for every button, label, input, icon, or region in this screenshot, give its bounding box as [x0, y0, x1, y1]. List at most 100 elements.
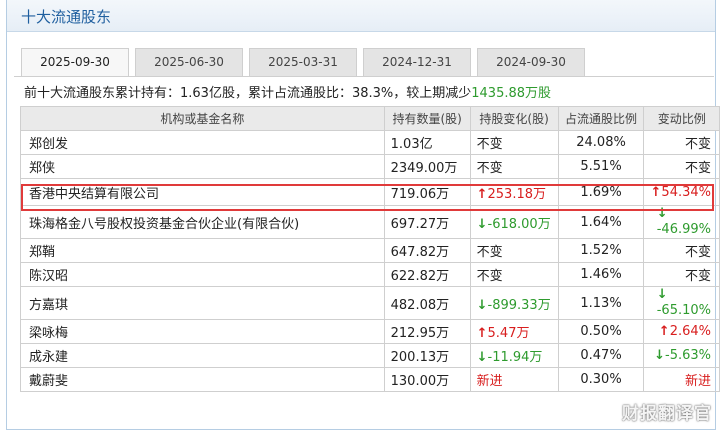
holding-change: 不变	[469, 262, 559, 287]
change-ratio: 新进	[643, 367, 720, 392]
shareholders-table: 机构或基金名称 持有数量(股) 持股变化(股) 占流通股比例 变动比例 郑创发 1…	[20, 106, 720, 392]
down-arrow-icon: ↓	[476, 297, 488, 313]
tab-2024-09-30[interactable]: 2024-09-30	[477, 48, 585, 76]
table-row: 成永建 200.13万 ↓-11.94万 0.47% ↓-5.63%	[20, 343, 720, 368]
tab-2025-06-30[interactable]: 2025-06-30	[135, 48, 243, 76]
holder-name: 戴蔚斐	[20, 367, 385, 392]
summary-text: 前十大流通股东累计持有：1.63亿股，累计占流通股比：38.3%，较上期减少14…	[24, 82, 551, 101]
holding-change: ↑5.47万	[469, 319, 559, 344]
holder-name: 郑创发	[20, 130, 385, 155]
table-row: 陈汉昭 622.82万 不变 1.46% 不变	[20, 262, 720, 287]
holding-change-value: 253.18万	[487, 186, 547, 202]
float-ratio: 5.51%	[557, 154, 645, 179]
change-ratio-value: 不变	[684, 137, 711, 152]
table-row: 郑鞘 647.82万 不变 1.52% 不变	[20, 238, 720, 263]
float-ratio: 0.47%	[557, 343, 645, 368]
change-ratio-value: 不变	[684, 161, 711, 176]
change-ratio-value: -46.99%	[656, 222, 711, 237]
change-ratio-value: 不变	[684, 245, 711, 260]
table-row: 梁咏梅 212.95万 ↑5.47万 0.50% ↑2.64%	[20, 319, 720, 344]
down-arrow-icon: ↓	[476, 350, 488, 365]
change-ratio: ↑54.34%	[643, 178, 720, 206]
change-ratio: ↓-5.63%	[643, 343, 720, 368]
float-ratio: 1.46%	[557, 262, 645, 287]
summary-change: 1435.88万股	[471, 86, 552, 101]
holder-name: 郑侠	[20, 154, 385, 179]
tabs-divider	[14, 76, 714, 77]
holding-change-value: 不变	[476, 269, 503, 284]
holding-change-value: -618.00万	[487, 216, 551, 232]
watermark: 财报翻译官	[622, 404, 712, 424]
holding-qty: 697.27万	[383, 205, 471, 239]
panel-header: 十大流通股东	[7, 0, 715, 32]
header-qty: 持有数量(股)	[383, 106, 471, 131]
table-header-row: 机构或基金名称 持有数量(股) 持股变化(股) 占流通股比例 变动比例	[20, 106, 720, 131]
float-ratio: 24.08%	[557, 130, 645, 155]
holding-change-value: 新进	[476, 374, 503, 389]
change-ratio-value: -65.10%	[656, 303, 711, 318]
up-arrow-icon: ↑	[476, 186, 488, 202]
holding-qty: 719.06万	[383, 178, 471, 206]
holder-name: 陈汉昭	[20, 262, 385, 287]
table-row: 郑侠 2349.00万 不变 5.51% 不变	[20, 154, 720, 179]
float-ratio: 0.30%	[557, 367, 645, 392]
down-arrow-icon: ↓	[654, 348, 665, 363]
holding-change: 不变	[469, 154, 559, 179]
panel-title: 十大流通股东	[21, 8, 112, 26]
holder-name: 郑鞘	[20, 238, 385, 263]
holding-change: 不变	[469, 130, 559, 155]
change-ratio: ↓ -65.10%	[643, 286, 720, 320]
up-arrow-icon: ↑	[476, 326, 488, 341]
header-change-ratio: 变动比例	[643, 106, 720, 131]
summary-prefix: 前十大流通股东累计持有：1.63亿股，累计占流通股比：38.3%，较上期减少	[24, 86, 472, 101]
change-ratio-value: -5.63%	[665, 348, 711, 363]
holding-change: 新进	[469, 367, 559, 392]
change-ratio-value: 不变	[684, 269, 711, 284]
holding-change: ↓-11.94万	[469, 343, 559, 368]
change-ratio-value: 2.64%	[669, 324, 711, 339]
table-row: 方嘉琪 482.08万 ↓-899.33万 1.13% ↓ -65.10%	[20, 286, 720, 320]
table-row: 戴蔚斐 130.00万 新进 0.30% 新进	[20, 367, 720, 392]
float-ratio: 0.50%	[557, 319, 645, 344]
float-ratio: 1.52%	[557, 238, 645, 263]
holding-qty: 622.82万	[383, 262, 471, 287]
up-arrow-icon: ↑	[658, 324, 670, 339]
holding-change-value: -11.94万	[487, 350, 543, 365]
holding-change-value: 不变	[476, 161, 503, 176]
change-ratio-value: 新进	[684, 374, 711, 389]
holding-qty: 647.82万	[383, 238, 471, 263]
change-ratio-value: 54.34%	[661, 184, 711, 200]
holder-name: 成永建	[20, 343, 385, 368]
holding-change-value: 不变	[476, 137, 503, 152]
holder-name: 珠海格金八号股权投资基金合伙企业(有限合伙)	[20, 205, 385, 239]
change-ratio: 不变	[643, 130, 720, 155]
holding-qty: 200.13万	[383, 343, 471, 368]
float-ratio: 1.13%	[557, 286, 645, 320]
holding-qty: 212.95万	[383, 319, 471, 344]
change-ratio: 不变	[643, 262, 720, 287]
change-ratio: 不变	[643, 154, 720, 179]
holding-change-value: 5.47万	[487, 326, 530, 341]
table-row: 香港中央结算有限公司 719.06万 ↑253.18万 1.69% ↑54.34%	[20, 178, 720, 206]
tab-2025-03-31[interactable]: 2025-03-31	[249, 48, 357, 76]
change-ratio: ↑2.64%	[643, 319, 720, 344]
holding-qty: 482.08万	[383, 286, 471, 320]
holding-qty: 1.03亿	[383, 130, 471, 155]
down-arrow-icon: ↓	[656, 206, 668, 221]
change-ratio: 不变	[643, 238, 720, 263]
holder-name: 香港中央结算有限公司	[20, 178, 385, 206]
header-change: 持股变化(股)	[469, 106, 559, 131]
holding-qty: 130.00万	[383, 367, 471, 392]
tab-2025-09-30[interactable]: 2025-09-30	[21, 48, 129, 76]
change-ratio: ↓ -46.99%	[643, 205, 720, 239]
header-ratio: 占流通股比例	[557, 106, 645, 131]
holding-change: ↓-899.33万	[469, 286, 559, 320]
float-ratio: 1.69%	[557, 178, 645, 206]
holding-change: ↓-618.00万	[469, 205, 559, 239]
down-arrow-icon: ↓	[476, 216, 488, 232]
holder-name: 梁咏梅	[20, 319, 385, 344]
float-ratio: 1.64%	[557, 205, 645, 239]
table-row: 珠海格金八号股权投资基金合伙企业(有限合伙) 697.27万 ↓-618.00万 1.…	[20, 205, 720, 239]
down-arrow-icon: ↓	[656, 287, 668, 302]
tab-2024-12-31[interactable]: 2024-12-31	[363, 48, 471, 76]
